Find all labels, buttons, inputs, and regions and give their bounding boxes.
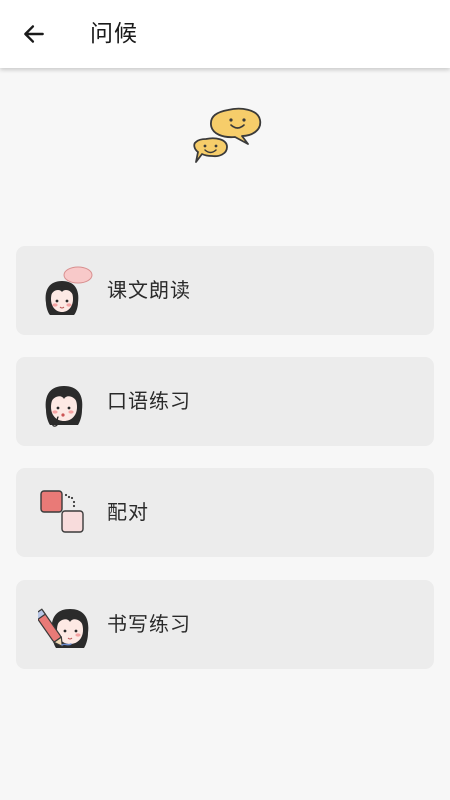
girl-speech-bubble-icon [45, 266, 93, 315]
menu-item-oral-practice[interactable]: 口语练习 [16, 357, 434, 446]
back-button[interactable] [14, 14, 54, 54]
girl-pencil-icon [38, 608, 89, 648]
arrow-left-icon [24, 25, 44, 43]
menu-item-label: 课文朗读 [107, 278, 191, 302]
chat-bubbles-smiley-icon [193, 107, 262, 163]
girl-speaking-icon [45, 386, 83, 427]
menu-item-label: 配对 [107, 500, 149, 524]
menu-item-label: 书写练习 [107, 612, 191, 636]
menu-item-text-reading[interactable]: 课文朗读 [16, 246, 434, 335]
menu-item-writing-practice[interactable]: 书写练习 [16, 580, 434, 669]
matching-squares-icon [40, 490, 84, 533]
menu-item-label: 口语练习 [107, 389, 191, 413]
menu-item-matching[interactable]: 配对 [16, 468, 434, 557]
app-screen: 问候 课文朗读 口语练习 配对 书写练习 [0, 0, 450, 800]
page-title: 问候 [90, 21, 138, 47]
top-app-bar: 问候 [0, 0, 450, 68]
